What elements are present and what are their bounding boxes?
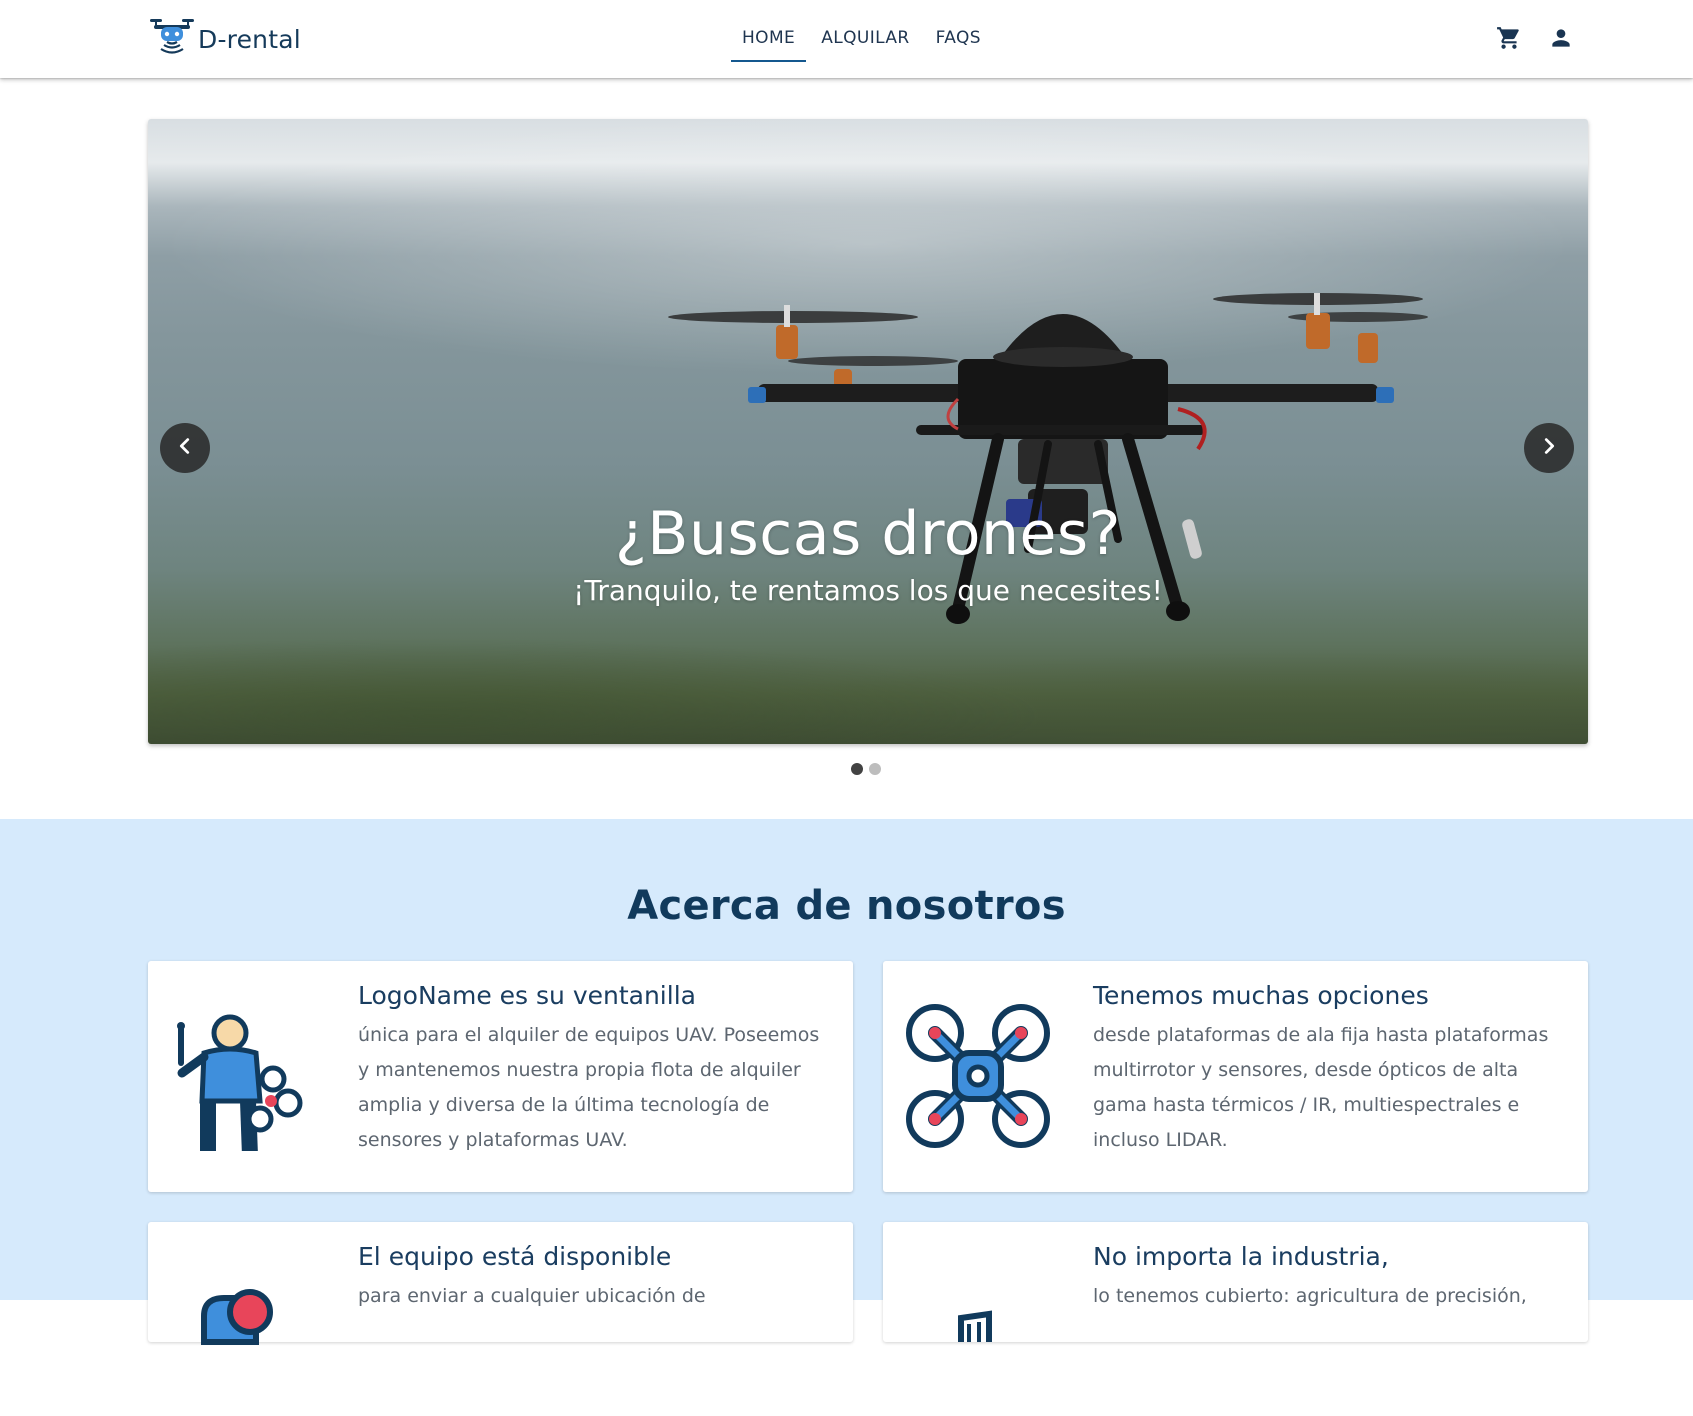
about-card: LogoName es su ventanilla única para el … bbox=[148, 961, 853, 1192]
carousel-prev-button[interactable] bbox=[160, 423, 210, 473]
shipping-icon bbox=[168, 1262, 318, 1412]
hero-carousel: ¿Buscas drones? ¡Tranquilo, te rentamos … bbox=[148, 119, 1588, 744]
about-card: No importa la industria, lo tenemos cubi… bbox=[883, 1222, 1588, 1342]
cart-icon[interactable] bbox=[1495, 22, 1523, 54]
brand-name: D-rental bbox=[198, 24, 301, 54]
about-card: El equipo está disponible para enviar a … bbox=[148, 1222, 853, 1345]
nav-home[interactable]: HOME bbox=[731, 22, 807, 62]
quadcopter-icon bbox=[903, 1001, 1053, 1151]
carousel-dot-1[interactable] bbox=[851, 763, 863, 775]
about-card: Tenemos muchas opciones desde plataforma… bbox=[883, 961, 1588, 1192]
card-title: Tenemos muchas opciones bbox=[1093, 981, 1429, 1010]
chevron-left-icon bbox=[174, 435, 196, 461]
hero-subtitle: ¡Tranquilo, te rentamos los que necesite… bbox=[573, 574, 1163, 607]
industry-icon bbox=[903, 1262, 1053, 1412]
chevron-right-icon bbox=[1538, 435, 1560, 461]
drone-logo-icon bbox=[148, 16, 196, 62]
drone-photo bbox=[668, 293, 1428, 624]
nav-alquilar[interactable]: ALQUILAR bbox=[810, 22, 920, 62]
card-text: desde plataformas de ala fija hasta plat… bbox=[1093, 1024, 1549, 1151]
card-text: para enviar a cualquier ubicación de bbox=[358, 1285, 706, 1307]
user-icon[interactable] bbox=[1547, 22, 1575, 54]
hero-title: ¿Buscas drones? bbox=[614, 499, 1122, 569]
about-section: Acerca de nosotros LogoName es su ventan… bbox=[0, 819, 1693, 1345]
card-text: lo tenemos cubierto: agricultura de prec… bbox=[1093, 1285, 1527, 1307]
main-nav: HOME ALQUILAR FAQS bbox=[731, 22, 992, 62]
brand[interactable]: D-rental bbox=[148, 19, 301, 59]
header-actions bbox=[1495, 22, 1575, 54]
nav-faqs[interactable]: FAQS bbox=[925, 22, 992, 62]
drone-pilot-icon bbox=[168, 1001, 318, 1157]
card-title: LogoName es su ventanilla bbox=[358, 981, 696, 1010]
card-title: El equipo está disponible bbox=[358, 1242, 672, 1271]
carousel-dot-2[interactable] bbox=[869, 763, 881, 775]
carousel-next-button[interactable] bbox=[1524, 423, 1574, 473]
carousel-indicators bbox=[851, 763, 881, 775]
card-title: No importa la industria, bbox=[1093, 1242, 1389, 1271]
card-text: única para el alquiler de equipos UAV. P… bbox=[358, 1024, 820, 1151]
top-navbar: D-rental HOME ALQUILAR FAQS bbox=[0, 0, 1693, 78]
about-title: Acerca de nosotros bbox=[627, 883, 1066, 929]
